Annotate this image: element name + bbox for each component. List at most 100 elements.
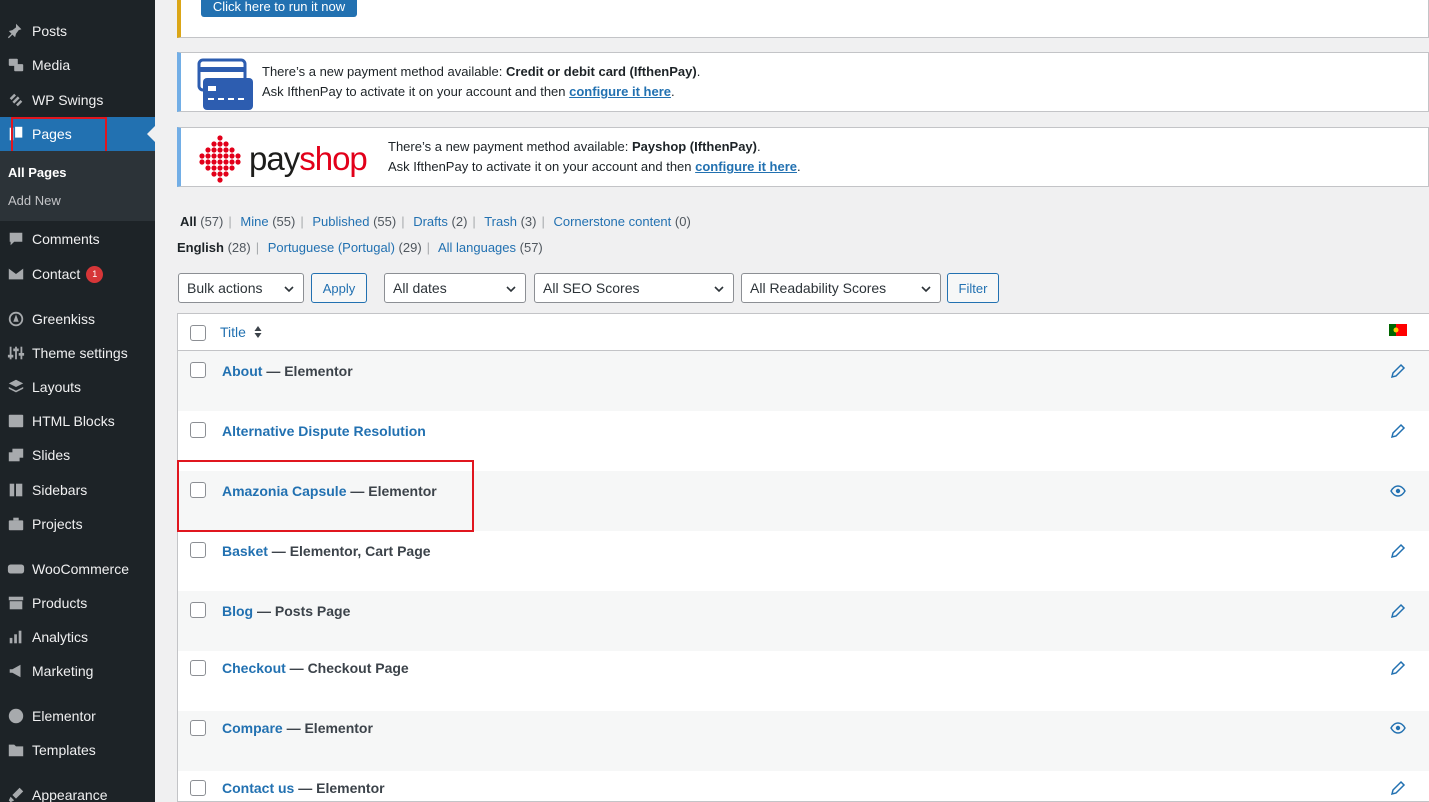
sidebar-item-label: Marketing [32,663,94,679]
row-title: Amazonia Capsule — Elementor [222,483,437,499]
sort-icon[interactable] [254,325,262,339]
pencil-icon[interactable] [1390,660,1406,676]
sidebar-item-posts[interactable]: Posts [0,14,155,48]
pencil-icon[interactable] [1390,603,1406,619]
update-notice: Click here to run it now [177,0,1429,38]
sidebar-item-label: Slides [32,447,71,463]
page-title-link[interactable]: Checkout [222,660,286,676]
view-mine[interactable]: Mine [240,214,268,229]
sidebar-icon [0,481,32,499]
leaf-icon [0,310,32,328]
sidebar-item-media[interactable]: Media [0,48,155,82]
pages-table: Title About — Elementor Alternative Disp… [177,313,1429,802]
row-checkbox[interactable] [190,362,206,378]
page-title-link[interactable]: Alternative Dispute Resolution [222,423,426,439]
notice-line-text: . [696,64,701,79]
sidebar-item-products[interactable]: Products [0,586,155,620]
notice-line-text: There’s a new payment method available: [388,139,633,154]
row-checkbox[interactable] [190,482,206,498]
archive-icon [0,594,32,612]
row-checkbox[interactable] [190,660,206,676]
date-filter-select[interactable]: All dates [384,273,526,303]
sidebar-item-projects[interactable]: Projects [0,507,155,541]
sidebar-item-templates[interactable]: Templates [0,733,155,767]
lang-all[interactable]: All languages [438,240,516,255]
row-checkbox[interactable] [190,542,206,558]
view-all[interactable]: All [180,214,197,229]
select-value: All Readability Scores [750,280,887,296]
notification-badge: 1 [86,265,104,283]
sidebar-item-slides[interactable]: Slides [0,438,155,472]
page-title-link[interactable]: Compare [222,720,283,736]
page-title-link[interactable]: Basket [222,543,268,559]
table-row: Compare — Elementor [178,711,1429,771]
row-checkbox[interactable] [190,422,206,438]
run-now-label: Click here to run it now [212,0,346,14]
lang-english[interactable]: English [177,240,224,255]
sidebar-item-appearance[interactable]: Appearance [0,778,155,802]
lang-count: (57) [519,240,543,255]
page-title-link[interactable]: Amazonia Capsule [222,483,346,499]
code-icon [0,412,32,430]
chevron-down-icon [506,286,516,293]
title-column-header[interactable]: Title [220,324,246,340]
submenu-all-pages[interactable]: All Pages [8,165,67,180]
sidebar-item-analytics[interactable]: Analytics [0,620,155,654]
select-all-checkbox[interactable] [190,325,206,341]
sidebar-item-sidebars[interactable]: Sidebars [0,473,155,507]
eye-icon[interactable] [1390,720,1406,736]
configure-link[interactable]: configure it here [569,84,671,99]
sidebar-item-theme-settings[interactable]: Theme settings [0,336,155,370]
sidebar-item-layouts[interactable]: Layouts [0,370,155,404]
run-now-button[interactable]: Click here to run it now [201,0,357,17]
view-published[interactable]: Published [312,214,369,229]
sidebar-item-wp-swings[interactable]: WP Swings [0,83,155,117]
sidebar-item-greenkiss[interactable]: Greenkiss [0,302,155,336]
row-checkbox[interactable] [190,780,206,796]
separator: | [401,214,405,229]
sidebar-item-label: Pages [32,126,72,142]
pencil-icon[interactable] [1390,543,1406,559]
apply-button[interactable]: Apply [311,273,367,303]
lang-portuguese[interactable]: Portuguese (Portugal) [268,240,395,255]
sidebar-item-elementor[interactable]: Elementor [0,699,155,733]
separator: | [300,214,304,229]
row-title: Contact us — Elementor [222,780,385,796]
view-cornerstone[interactable]: Cornerstone content [553,214,671,229]
sidebar-item-contact[interactable]: Contact 1 [0,257,155,291]
sidebar-item-marketing[interactable]: Marketing [0,654,155,688]
page-title-link[interactable]: Contact us [222,780,294,796]
view-drafts[interactable]: Drafts [413,214,448,229]
sidebar-item-pages[interactable]: Pages [0,117,155,151]
sidebar-item-html-blocks[interactable]: HTML Blocks [0,404,155,438]
filter-button[interactable]: Filter [947,273,999,303]
sidebar-item-label: Projects [32,516,83,532]
row-checkbox[interactable] [190,602,206,618]
table-row: Alternative Dispute Resolution [178,411,1429,471]
sidebar-item-woocommerce[interactable]: WooCommerce [0,552,155,586]
page-title-link[interactable]: Blog [222,603,253,619]
bulk-actions-select[interactable]: Bulk actions [178,273,304,303]
sidebar-item-label: Layouts [32,379,82,395]
eye-icon[interactable] [1390,483,1406,499]
configure-link[interactable]: configure it here [695,159,797,174]
seo-score-select[interactable]: All SEO Scores [534,273,734,303]
post-states: — Elementor [282,720,373,736]
comment-icon [0,230,32,248]
view-trash[interactable]: Trash [484,214,517,229]
page-title-link[interactable]: About [222,363,262,379]
row-title: Checkout — Checkout Page [222,660,409,676]
notice-line-text: There’s a new payment method available: [262,64,507,79]
notice-line-text: Ask IfthenPay to activate it on your acc… [262,84,570,99]
pencil-icon[interactable] [1390,363,1406,379]
portugal-flag-icon[interactable] [1389,324,1407,336]
sidebar-item-label: Theme settings [32,345,128,361]
readability-score-select[interactable]: All Readability Scores [741,273,941,303]
sidebar-item-label: Templates [32,742,96,758]
submenu-add-new[interactable]: Add New [8,193,61,208]
row-checkbox[interactable] [190,720,206,736]
sidebar-item-comments[interactable]: Comments [0,222,155,256]
button-label: Apply [322,280,356,296]
pencil-icon[interactable] [1390,423,1406,439]
pencil-icon[interactable] [1390,780,1406,796]
